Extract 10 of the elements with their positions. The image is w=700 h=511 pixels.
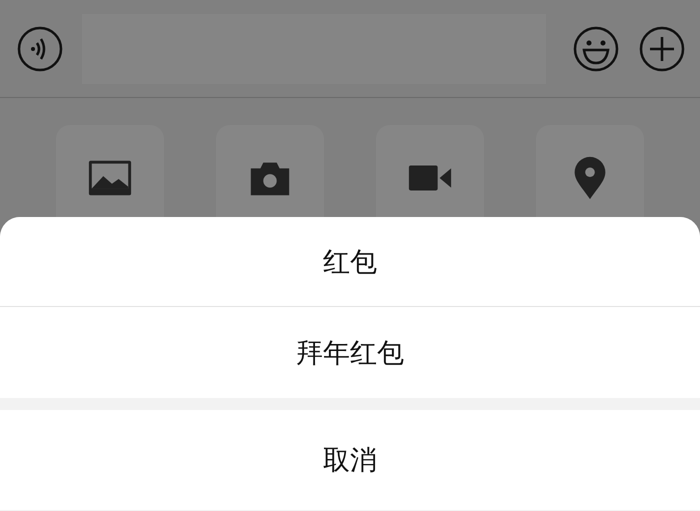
add-icon[interactable]: [638, 24, 686, 72]
tool-tile[interactable]: [376, 125, 484, 217]
tool-tile[interactable]: [56, 125, 164, 217]
voice-icon[interactable]: [16, 24, 64, 72]
emoji-icon[interactable]: [572, 24, 620, 72]
cancel-button[interactable]: 取消: [0, 410, 700, 510]
sheet-option[interactable]: 拜年红包: [0, 307, 700, 398]
sheet-option[interactable]: 红包: [0, 217, 700, 307]
tool-tile[interactable]: [216, 125, 324, 217]
tool-tile[interactable]: [536, 125, 644, 217]
